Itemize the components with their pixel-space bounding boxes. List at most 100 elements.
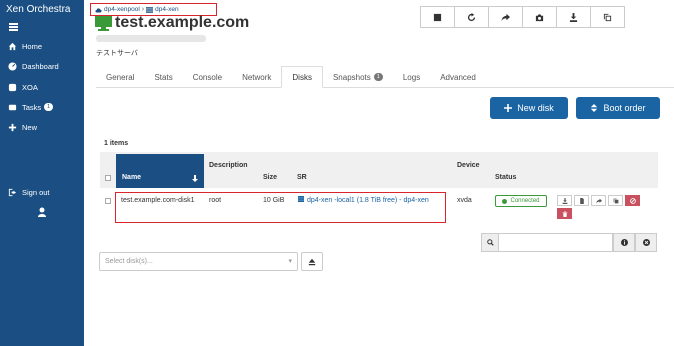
share-icon xyxy=(595,198,602,203)
tab-snapshots[interactable]: Snapshots 1 xyxy=(323,66,393,88)
tab-disks[interactable]: Disks xyxy=(281,66,323,88)
camera-icon xyxy=(535,13,544,21)
tab-logs[interactable]: Logs xyxy=(393,66,430,88)
import-disk-button[interactable] xyxy=(574,195,589,206)
row-highlight-box xyxy=(115,192,446,223)
file-icon xyxy=(579,197,584,204)
sort-icon xyxy=(591,104,598,112)
tasks-icon xyxy=(8,104,17,110)
export-disk-button[interactable] xyxy=(557,195,572,206)
disk-device: xvda xyxy=(457,197,472,204)
column-label: Name xyxy=(122,174,142,181)
filter-help-button[interactable] xyxy=(613,233,635,252)
copy-disk-button[interactable] xyxy=(608,195,623,206)
breadcrumb-host[interactable]: dp4-xen xyxy=(155,6,179,13)
menu-toggle-icon[interactable] xyxy=(9,23,18,31)
server-icon xyxy=(146,6,154,13)
sidebar-item-new[interactable]: New xyxy=(8,121,37,133)
snapshot-button[interactable] xyxy=(522,6,557,28)
sidebar-item-label: Home xyxy=(22,41,43,51)
ban-icon xyxy=(629,197,636,204)
user-icon[interactable] xyxy=(37,207,47,217)
download-icon xyxy=(562,197,567,204)
desktop-running-icon xyxy=(95,15,112,31)
tab-stats[interactable]: Stats xyxy=(144,66,182,88)
restart-button[interactable] xyxy=(454,6,489,28)
disconnect-disk-button[interactable] xyxy=(625,195,640,206)
cloud-icon xyxy=(95,7,102,12)
sidebar-item-sign-out[interactable]: Sign out xyxy=(8,186,50,198)
tasks-count-badge: 1 xyxy=(44,103,54,111)
close-circle-icon xyxy=(642,239,650,246)
column-header-description[interactable]: Description xyxy=(209,162,248,169)
boot-order-button[interactable]: Boot order xyxy=(576,97,660,119)
stop-button[interactable] xyxy=(420,6,455,28)
tab-console[interactable]: Console xyxy=(183,66,232,88)
trash-icon xyxy=(562,210,567,217)
sidebar-item-label: XOA xyxy=(22,82,38,92)
xoa-icon xyxy=(8,83,17,91)
download-icon xyxy=(569,12,578,22)
tab-general[interactable]: General xyxy=(96,66,144,88)
button-label: New disk xyxy=(517,103,554,113)
vm-description[interactable]: テストサーバ xyxy=(96,48,138,58)
sidebar-item-dashboard[interactable]: Dashboard xyxy=(8,60,59,72)
chevron-down-icon: ▾ xyxy=(288,258,292,265)
share-icon xyxy=(501,13,510,21)
sidebar-item-xoa[interactable]: XOA xyxy=(8,81,38,93)
sort-down-icon xyxy=(192,175,198,182)
column-header-size[interactable]: Size xyxy=(263,174,277,181)
sidebar-item-tasks[interactable]: Tasks 1 xyxy=(8,101,54,113)
home-icon xyxy=(8,42,17,50)
vm-toolbar xyxy=(420,6,625,28)
button-label: Boot order xyxy=(603,103,646,113)
tab-advanced[interactable]: Advanced xyxy=(430,66,486,88)
status-badge[interactable]: Connected xyxy=(495,195,547,207)
stop-icon xyxy=(433,13,442,21)
sidebar-item-label: Dashboard xyxy=(22,61,59,71)
sidebar-item-label: Sign out xyxy=(22,187,50,197)
sidebar-item-label: New xyxy=(22,122,38,132)
copy-icon xyxy=(603,13,612,21)
snapshots-count-badge: 1 xyxy=(373,73,383,81)
chevron-right-icon: › xyxy=(141,6,145,13)
column-header-status[interactable]: Status xyxy=(495,174,516,181)
items-count: 1 items xyxy=(104,140,129,147)
sign-out-icon xyxy=(8,188,17,196)
breadcrumb-pool[interactable]: dp4-xenpool xyxy=(104,6,140,13)
disk-select[interactable]: Select disk(s)... ▾ xyxy=(99,252,298,271)
column-header-name[interactable]: Name xyxy=(116,154,204,188)
vm-title: test.example.com xyxy=(95,14,249,32)
sidebar: Xen Orchestra Home Dashboard XOA Tasks 1… xyxy=(0,0,84,346)
tab-label: Snapshots xyxy=(332,72,371,82)
select-all-checkbox[interactable] xyxy=(105,175,111,181)
plus-icon xyxy=(504,104,513,112)
connected-dot-icon xyxy=(502,198,508,204)
migrate-button[interactable] xyxy=(488,6,523,28)
migrate-disk-button[interactable] xyxy=(591,195,606,206)
info-icon xyxy=(620,239,628,246)
export-button[interactable] xyxy=(556,6,591,28)
sidebar-item-home[interactable]: Home xyxy=(8,40,42,52)
dashboard-icon xyxy=(8,61,17,71)
column-header-device[interactable]: Device xyxy=(457,162,480,169)
filter-bar xyxy=(481,233,657,252)
copy-icon xyxy=(613,198,618,203)
disk-select-placeholder: Select disk(s)... xyxy=(105,258,153,265)
attach-disk-button[interactable] xyxy=(301,252,323,271)
new-disk-button[interactable]: New disk xyxy=(490,97,568,119)
filter-clear-button[interactable] xyxy=(635,233,657,252)
app-brand[interactable]: Xen Orchestra xyxy=(6,4,70,15)
filter-input[interactable] xyxy=(499,233,613,252)
copy-button[interactable] xyxy=(590,6,625,28)
tab-network[interactable]: Network xyxy=(232,66,281,88)
app: Xen Orchestra Home Dashboard XOA Tasks 1… xyxy=(0,0,674,346)
status-label: Connected xyxy=(510,198,540,204)
vm-name[interactable]: test.example.com xyxy=(115,14,249,32)
delete-disk-button[interactable] xyxy=(557,208,572,219)
table-header: Name Description Size SR Device Status xyxy=(100,152,658,188)
column-header-sr[interactable]: SR xyxy=(297,174,307,181)
row-checkbox[interactable] xyxy=(105,198,111,204)
redacted-text xyxy=(96,35,206,42)
vm-tabs: General Stats Console Network Disks Snap… xyxy=(96,66,674,88)
